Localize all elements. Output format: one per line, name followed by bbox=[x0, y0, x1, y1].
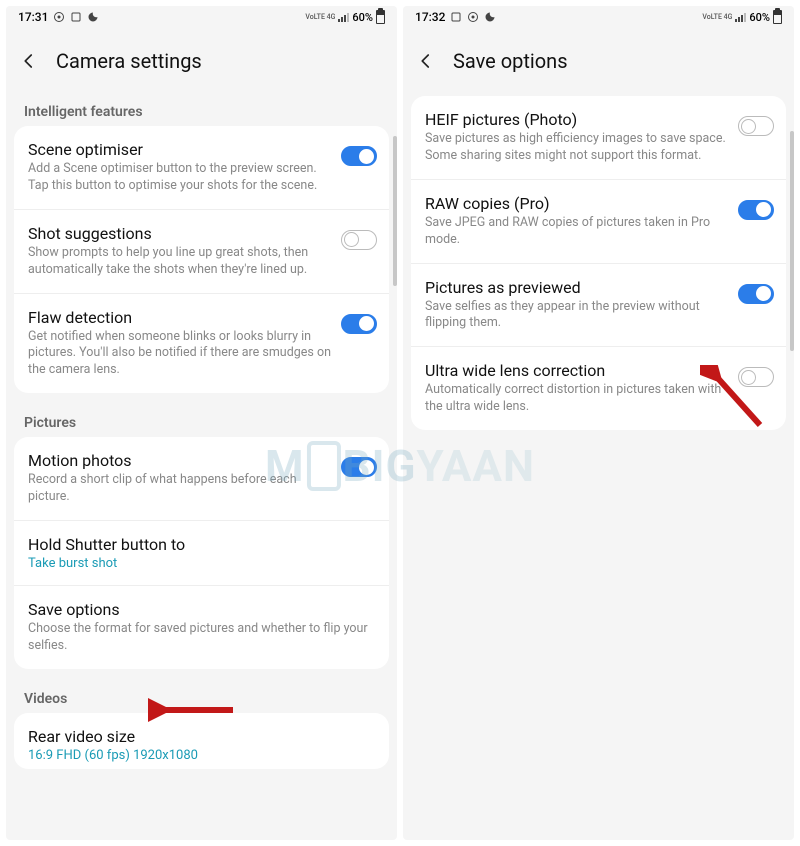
signal-icon bbox=[338, 12, 349, 22]
moon-icon bbox=[484, 11, 496, 23]
toggle-pictures-as-previewed[interactable] bbox=[738, 284, 774, 304]
row-rear-video-size[interactable]: Rear video size 16:9 FHD (60 fps) 1920x1… bbox=[14, 713, 389, 769]
screen-save-options: 17:32 VoLTE 4G 60% Save options HEIF pic… bbox=[403, 6, 794, 840]
row-shot-suggestions[interactable]: Shot suggestions Show prompts to help yo… bbox=[14, 210, 389, 294]
row-scene-optimiser[interactable]: Scene optimiser Add a Scene optimiser bu… bbox=[14, 126, 389, 210]
settings-card-save-options: HEIF pictures (Photo) Save pictures as h… bbox=[411, 96, 786, 430]
status-time: 17:31 bbox=[18, 10, 48, 24]
scrollbar[interactable] bbox=[393, 136, 397, 286]
row-desc: Save JPEG and RAW copies of pictures tak… bbox=[425, 215, 728, 249]
screenshot-icon bbox=[70, 11, 82, 23]
row-title: RAW copies (Pro) bbox=[425, 194, 728, 213]
toggle-ultra-wide-correction[interactable] bbox=[738, 367, 774, 387]
signal-icon bbox=[735, 12, 746, 22]
row-title: HEIF pictures (Photo) bbox=[425, 110, 728, 129]
row-raw-copies[interactable]: RAW copies (Pro) Save JPEG and RAW copie… bbox=[411, 180, 786, 264]
status-bar: 17:31 VoLTE 4G 60% bbox=[6, 6, 397, 26]
row-value: 16:9 FHD (60 fps) 1920x1080 bbox=[28, 748, 377, 763]
settings-card-intelligent: Scene optimiser Add a Scene optimiser bu… bbox=[14, 126, 389, 393]
network-label: VoLTE 4G bbox=[702, 14, 732, 21]
status-bar: 17:32 VoLTE 4G 60% bbox=[403, 6, 794, 26]
section-label: Pictures bbox=[6, 407, 397, 437]
battery-icon bbox=[773, 10, 782, 24]
row-title: Pictures as previewed bbox=[425, 278, 728, 297]
toggle-scene-optimiser[interactable] bbox=[341, 146, 377, 166]
row-ultra-wide-correction[interactable]: Ultra wide lens correction Automatically… bbox=[411, 347, 786, 430]
row-desc: Add a Scene optimiser button to the prev… bbox=[28, 161, 331, 195]
chevron-left-icon bbox=[417, 52, 435, 70]
page-title: Save options bbox=[453, 49, 568, 73]
row-desc: Automatically correct distortion in pict… bbox=[425, 382, 728, 416]
toggle-motion-photos[interactable] bbox=[341, 457, 377, 477]
back-button[interactable] bbox=[409, 44, 443, 78]
settings-card-videos: Rear video size 16:9 FHD (60 fps) 1920x1… bbox=[14, 713, 389, 769]
toggle-flaw-detection[interactable] bbox=[341, 314, 377, 334]
row-desc: Save pictures as high efficiency images … bbox=[425, 131, 728, 165]
settings-card-pictures: Motion photos Record a short clip of wha… bbox=[14, 437, 389, 669]
screenshot-icon bbox=[450, 11, 462, 23]
header: Camera settings bbox=[6, 26, 397, 96]
header: Save options bbox=[403, 26, 794, 96]
toggle-shot-suggestions[interactable] bbox=[341, 230, 377, 250]
network-label: VoLTE 4G bbox=[305, 14, 335, 21]
row-title: Flaw detection bbox=[28, 308, 331, 327]
battery-percent: 60% bbox=[352, 11, 373, 24]
row-title: Scene optimiser bbox=[28, 140, 331, 159]
moon-icon bbox=[87, 11, 99, 23]
row-hold-shutter[interactable]: Hold Shutter button to Take burst shot bbox=[14, 521, 389, 586]
status-time: 17:32 bbox=[415, 10, 445, 24]
section-label: Intelligent features bbox=[6, 96, 397, 126]
row-title: Ultra wide lens correction bbox=[425, 361, 728, 380]
battery-icon bbox=[376, 10, 385, 24]
back-button[interactable] bbox=[12, 44, 46, 78]
row-motion-photos[interactable]: Motion photos Record a short clip of wha… bbox=[14, 437, 389, 521]
row-flaw-detection[interactable]: Flaw detection Get notified when someone… bbox=[14, 294, 389, 394]
row-desc: Save selfies as they appear in the previ… bbox=[425, 299, 728, 333]
section-label: Videos bbox=[6, 683, 397, 713]
row-pictures-as-previewed[interactable]: Pictures as previewed Save selfies as th… bbox=[411, 264, 786, 348]
toggle-raw-copies[interactable] bbox=[738, 200, 774, 220]
battery-percent: 60% bbox=[749, 11, 770, 24]
row-desc: Choose the format for saved pictures and… bbox=[28, 621, 377, 655]
row-value: Take burst shot bbox=[28, 556, 377, 571]
row-title: Save options bbox=[28, 600, 377, 619]
camera-icon bbox=[467, 11, 479, 23]
row-desc: Get notified when someone blinks or look… bbox=[28, 329, 331, 380]
scrollbar[interactable] bbox=[790, 131, 794, 351]
row-heif-pictures[interactable]: HEIF pictures (Photo) Save pictures as h… bbox=[411, 96, 786, 180]
chevron-left-icon bbox=[20, 52, 38, 70]
screen-camera-settings: 17:31 VoLTE 4G 60% Camera settings Intel… bbox=[6, 6, 397, 840]
toggle-heif-pictures[interactable] bbox=[738, 116, 774, 136]
row-title: Motion photos bbox=[28, 451, 331, 470]
row-desc: Show prompts to help you line up great s… bbox=[28, 245, 331, 279]
row-desc: Record a short clip of what happens befo… bbox=[28, 472, 331, 506]
row-title: Rear video size bbox=[28, 727, 377, 746]
row-title: Hold Shutter button to bbox=[28, 535, 377, 554]
camera-icon bbox=[53, 11, 65, 23]
row-title: Shot suggestions bbox=[28, 224, 331, 243]
page-title: Camera settings bbox=[56, 49, 202, 73]
row-save-options[interactable]: Save options Choose the format for saved… bbox=[14, 586, 389, 669]
